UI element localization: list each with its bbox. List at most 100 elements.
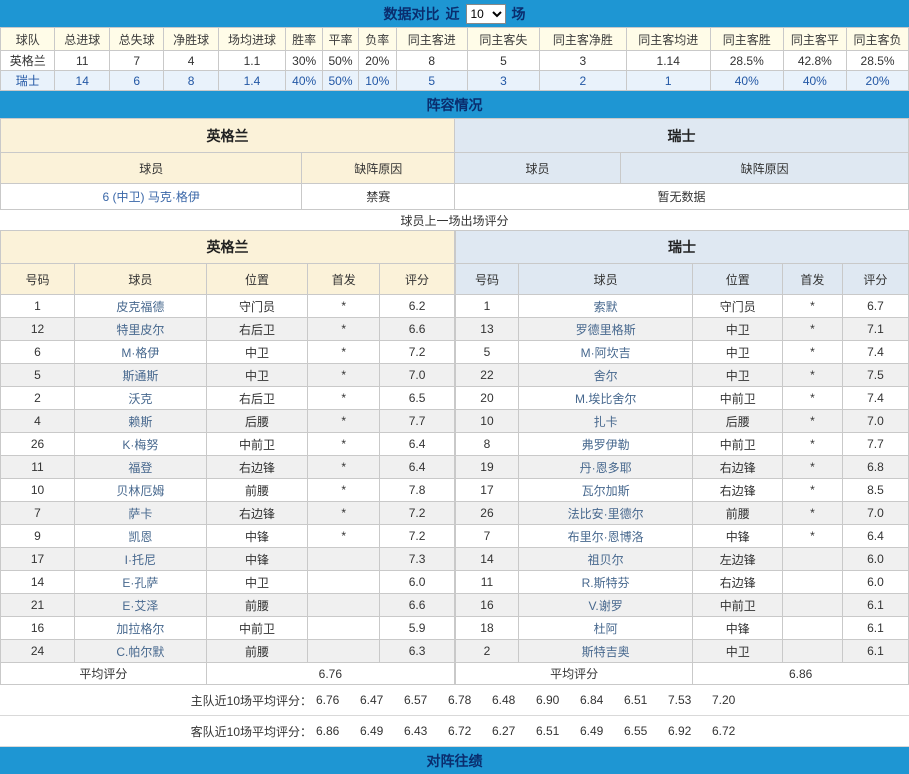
- history-rating-value: 6.76: [312, 693, 356, 707]
- stat-value: 30%: [286, 51, 323, 71]
- player-position: 右后卫: [206, 318, 308, 341]
- player-rating: 6.0: [842, 548, 908, 571]
- player-rating: 7.0: [842, 502, 908, 525]
- history-rating-value: 6.49: [356, 724, 400, 738]
- starter-mark: [308, 548, 380, 571]
- player-name-link[interactable]: 皮克福德: [116, 300, 164, 314]
- player-name-link[interactable]: 加拉格尔: [116, 622, 164, 636]
- player-name-link[interactable]: 福登: [128, 461, 152, 475]
- starter-mark: *: [308, 410, 380, 433]
- compare-col-header: 同主客负: [847, 28, 909, 51]
- player-number: 10: [456, 410, 519, 433]
- lineup-row: 6 (中卫) 马克·格伊 禁赛 暂无数据: [1, 184, 909, 210]
- starter-mark: *: [783, 295, 843, 318]
- player-number: 17: [1, 548, 75, 571]
- player-name-link[interactable]: E·艾泽: [122, 599, 158, 613]
- player-name-link[interactable]: 特里皮尔: [116, 323, 164, 337]
- stat-value: 50%: [323, 51, 358, 71]
- player-name-link[interactable]: 沃克: [128, 392, 152, 406]
- player-position: 中锋: [693, 617, 783, 640]
- player-rating: 7.7: [380, 410, 455, 433]
- player-rating: 7.2: [380, 525, 455, 548]
- player-name-link[interactable]: 贝林厄姆: [116, 484, 164, 498]
- lineup-away-team: 瑞士: [454, 119, 908, 153]
- away-team-header: 瑞士: [456, 231, 909, 264]
- starter-mark: *: [308, 364, 380, 387]
- player-number: 24: [1, 640, 75, 663]
- player-name-link[interactable]: 瓦尔加斯: [582, 484, 630, 498]
- player-row: 14E·孔萨中卫6.0: [1, 571, 455, 594]
- starter-mark: *: [783, 318, 843, 341]
- player-number: 16: [1, 617, 75, 640]
- player-name-link[interactable]: 弗罗伊勒: [582, 438, 630, 452]
- player-name-link[interactable]: 罗德里格斯: [576, 323, 636, 337]
- player-name-link[interactable]: 斯通斯: [122, 369, 158, 383]
- player-number: 19: [456, 456, 519, 479]
- compare-col-header: 负率: [358, 28, 396, 51]
- stat-value: 50%: [323, 71, 358, 91]
- player-row: 14祖贝尔左边锋6.0: [456, 548, 909, 571]
- player-name-link[interactable]: 扎卡: [594, 415, 618, 429]
- player-name-link[interactable]: 布里尔·恩博洛: [568, 530, 644, 544]
- player-position: 中前卫: [693, 594, 783, 617]
- player-number: 4: [1, 410, 75, 433]
- starter-mark: [308, 617, 380, 640]
- player-number: 17: [456, 479, 519, 502]
- player-row: 7萨卡右边锋*7.2: [1, 502, 455, 525]
- player-name-link[interactable]: 杜阿: [594, 622, 618, 636]
- missing-player-link[interactable]: 6 (中卫) 马克·格伊: [103, 190, 200, 204]
- player-row: 16加拉格尔中前卫5.9: [1, 617, 455, 640]
- player-name-link[interactable]: K·梅努: [122, 438, 158, 452]
- player-name-link[interactable]: 赖斯: [128, 415, 152, 429]
- player-rating: 7.3: [380, 548, 455, 571]
- player-position: 前腰: [206, 479, 308, 502]
- stat-value: 7: [109, 51, 163, 71]
- compare-col-header: 胜率: [286, 28, 323, 51]
- player-name-link[interactable]: E·孔萨: [122, 576, 158, 590]
- player-rating: 6.0: [380, 571, 455, 594]
- player-name-link[interactable]: 舍尔: [594, 369, 618, 383]
- history-rating-value: 6.48: [488, 693, 532, 707]
- player-name-link[interactable]: R.斯特芬: [582, 576, 630, 590]
- player-number: 7: [1, 502, 75, 525]
- player-rating: 7.2: [380, 502, 455, 525]
- player-position: 前腰: [206, 640, 308, 663]
- player-name-link[interactable]: M.埃比舍尔: [575, 392, 636, 406]
- player-name-link[interactable]: M·格伊: [121, 346, 159, 360]
- player-number: 1: [1, 295, 75, 318]
- player-rating: 6.3: [380, 640, 455, 663]
- stat-value: 1: [626, 71, 710, 91]
- starter-mark: [308, 594, 380, 617]
- player-name-link[interactable]: 丹·恩多耶: [580, 461, 632, 475]
- player-name-link[interactable]: 法比安·里德尔: [568, 507, 644, 521]
- starter-mark: *: [783, 410, 843, 433]
- player-number: 7: [456, 525, 519, 548]
- player-name-link[interactable]: 祖贝尔: [588, 553, 624, 567]
- compare-col-header: 球队: [1, 28, 55, 51]
- player-position: 守门员: [693, 295, 783, 318]
- starter-mark: [783, 594, 843, 617]
- player-row: 2斯特吉奥中卫6.1: [456, 640, 909, 663]
- player-name-link[interactable]: M·阿坎吉: [581, 346, 631, 360]
- starter-mark: [308, 640, 380, 663]
- player-name-link[interactable]: V.谢罗: [589, 599, 623, 613]
- player-number: 2: [1, 387, 75, 410]
- player-rating: 6.0: [842, 571, 908, 594]
- ratings-col-header: 号码: [1, 264, 75, 295]
- player-name-link[interactable]: I·托尼: [125, 553, 156, 567]
- starter-mark: *: [308, 456, 380, 479]
- away-ratings-table: 瑞士 号码球员位置首发评分 1索默守门员*6.713罗德里格斯中卫*7.15M·…: [455, 230, 909, 685]
- player-name-link[interactable]: 索默: [594, 300, 618, 314]
- player-name-link[interactable]: 斯特吉奥: [582, 645, 630, 659]
- home-avg-value: 6.76: [206, 663, 454, 685]
- player-position: 中前卫: [206, 617, 308, 640]
- player-name-link[interactable]: 凯恩: [128, 530, 152, 544]
- recent-matches-select[interactable]: 10: [466, 4, 506, 24]
- player-name-link[interactable]: C.帕尔默: [116, 645, 164, 659]
- player-name-link[interactable]: 萨卡: [128, 507, 152, 521]
- player-row: 21E·艾泽前腰6.6: [1, 594, 455, 617]
- player-row: 16V.谢罗中前卫6.1: [456, 594, 909, 617]
- starter-mark: *: [783, 433, 843, 456]
- player-ratings-section: 英格兰 号码球员位置首发评分 1皮克福德守门员*6.212特里皮尔右后卫*6.6…: [0, 230, 909, 685]
- history-rating-value: 6.51: [532, 724, 576, 738]
